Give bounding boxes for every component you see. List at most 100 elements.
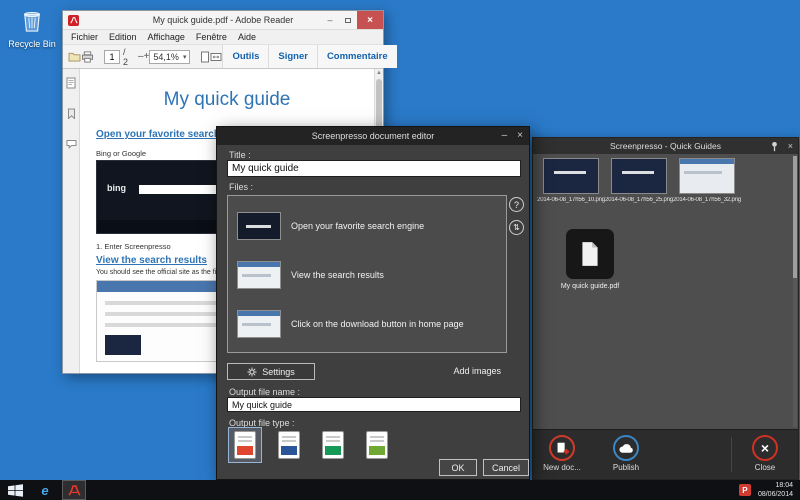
open-file-button[interactable]: [68, 48, 81, 66]
output-type-doc[interactable]: [273, 428, 305, 462]
capture-thumbnail[interactable]: [543, 158, 599, 194]
publish-button[interactable]: Publish: [597, 432, 655, 472]
taskbar: e P 18:04 08/06/2014: [0, 480, 800, 500]
pdf-file-icon: [234, 431, 256, 459]
editor-title: Screenpresso document editor: [217, 131, 529, 141]
output-name-input[interactable]: [227, 397, 521, 412]
internet-explorer-icon[interactable]: e: [34, 480, 56, 500]
output-name-label: Output file name :: [229, 387, 300, 397]
settings-button[interactable]: Settings: [227, 363, 315, 380]
ok-button[interactable]: OK: [439, 459, 477, 476]
menu-aide[interactable]: Aide: [238, 32, 256, 42]
close-button[interactable]: ×: [517, 131, 523, 141]
output-type-png[interactable]: [361, 428, 393, 462]
new-doc-button[interactable]: New doc...: [533, 432, 591, 472]
output-type-pdf[interactable]: [229, 428, 261, 462]
file-row[interactable]: Open your favorite search engine: [228, 201, 506, 250]
start-button[interactable]: [2, 480, 28, 500]
cancel-button[interactable]: Cancel: [483, 459, 529, 476]
bookmarks-panel-icon[interactable]: [67, 106, 76, 124]
file-label: View the search results: [291, 270, 384, 280]
minimize-button[interactable]: –: [502, 131, 508, 141]
files-list[interactable]: Open your favorite search engine View th…: [227, 195, 507, 353]
clock-date: 08/06/2014: [758, 491, 793, 498]
toolbar-panels: Outils Signer Commentaire: [222, 45, 396, 68]
file-row[interactable]: Click on the download button in home pag…: [228, 299, 506, 348]
capture-thumbnail[interactable]: [679, 158, 735, 194]
pdf-document-label: My quick guide.pdf: [540, 283, 640, 290]
menu-affichage[interactable]: Affichage: [148, 32, 185, 42]
icon-detail: [326, 436, 340, 438]
reorder-button[interactable]: ⇅: [509, 220, 524, 235]
menu-bar: Fichier Edition Affichage Fenêtre Aide: [63, 30, 383, 45]
system-tray: P 18:04 08/06/2014: [739, 481, 800, 499]
tools-panel-button[interactable]: Outils: [222, 45, 268, 68]
comment-panel-button[interactable]: Commentaire: [317, 45, 397, 68]
quick-guides-titlebar[interactable]: Screenpresso - Quick Guides ×: [533, 138, 798, 154]
file-thumbnail: [237, 212, 281, 240]
capture-filename: 2014-06-08_17h56_32.png: [673, 197, 741, 203]
pdf-document-item[interactable]: [566, 229, 614, 279]
page-thumbnails-icon[interactable]: [66, 76, 76, 94]
settings-label: Settings: [262, 367, 295, 377]
capture-item[interactable]: 2014-06-08_17h56_10.png: [537, 158, 605, 203]
title-input[interactable]: [227, 160, 521, 177]
print-button[interactable]: [81, 48, 94, 66]
close-circle-icon: ×: [752, 435, 778, 461]
menu-fichier[interactable]: Fichier: [71, 32, 98, 42]
adobe-titlebar[interactable]: My quick guide.pdf - Adobe Reader – ×: [63, 11, 383, 30]
zoom-select[interactable]: 54,1% ▾: [149, 50, 190, 64]
screenpresso-quick-guides-window: Screenpresso - Quick Guides × 2014-06-08…: [532, 137, 799, 480]
recycle-bin[interactable]: Recycle Bin: [6, 8, 58, 49]
fit-width-button[interactable]: [210, 48, 222, 66]
capture-filename: 2014-06-08_17h56_25.png: [605, 197, 673, 203]
menu-fenetre[interactable]: Fenêtre: [196, 32, 227, 42]
minimize-button[interactable]: –: [321, 11, 339, 29]
close-label: Close: [736, 463, 794, 472]
file-thumbnail: [237, 310, 281, 338]
pin-icon[interactable]: [770, 141, 779, 152]
thumb-detail: [622, 171, 654, 174]
sign-panel-button[interactable]: Signer: [268, 45, 317, 68]
icon-detail: [238, 436, 252, 438]
windows-logo-icon: [8, 484, 23, 497]
output-type-label: Output file type :: [229, 418, 295, 428]
output-type-html[interactable]: [317, 428, 349, 462]
menu-edition[interactable]: Edition: [109, 32, 137, 42]
editor-titlebar[interactable]: Screenpresso document editor – ×: [217, 127, 529, 145]
close-button[interactable]: ×: [357, 11, 383, 29]
thumb-detail: [680, 159, 734, 164]
add-images-button[interactable]: Add images: [453, 366, 501, 376]
icon-detail: [237, 446, 253, 455]
capture-thumbnail[interactable]: [611, 158, 667, 194]
screenpresso-tray-icon[interactable]: P: [739, 484, 751, 496]
fit-page-button[interactable]: [200, 48, 210, 66]
document-title-text: My quick guide: [80, 89, 374, 111]
capture-filename: 2014-06-08_17h56_10.png: [537, 197, 605, 203]
capture-item[interactable]: 2014-06-08_17h56_25.png: [605, 158, 673, 203]
quick-guides-scrollbar[interactable]: [793, 156, 797, 427]
adobe-reader-taskbar-button[interactable]: [62, 480, 86, 500]
scroll-up-icon[interactable]: ▲: [375, 70, 383, 76]
file-row[interactable]: View the search results: [228, 250, 506, 299]
page-number-input[interactable]: [104, 50, 120, 64]
close-button[interactable]: ×: [788, 141, 793, 151]
close-x-glyph: ×: [761, 441, 769, 455]
help-button[interactable]: ?: [509, 197, 524, 212]
thumb-detail: [554, 171, 586, 174]
comments-panel-icon[interactable]: [66, 136, 77, 154]
close-quick-guides-button[interactable]: × Close: [736, 432, 794, 472]
thumb-detail: [242, 274, 271, 277]
icon-detail: [370, 436, 384, 438]
output-type-row: [229, 428, 393, 462]
taskbar-clock[interactable]: 18:04 08/06/2014: [758, 481, 793, 499]
toolbar: / 2 – + 54,1% ▾ Outils Signer Commentair…: [63, 45, 383, 69]
actionbar-divider: [731, 437, 732, 472]
document-icon: [579, 241, 601, 267]
title-label: Title :: [229, 150, 251, 160]
thumb-detail: [238, 311, 280, 316]
thumb-detail: [246, 225, 271, 228]
capture-item[interactable]: 2014-06-08_17h56_32.png: [673, 158, 741, 203]
scrollbar-thumb[interactable]: [793, 156, 797, 278]
maximize-button[interactable]: [339, 11, 357, 29]
